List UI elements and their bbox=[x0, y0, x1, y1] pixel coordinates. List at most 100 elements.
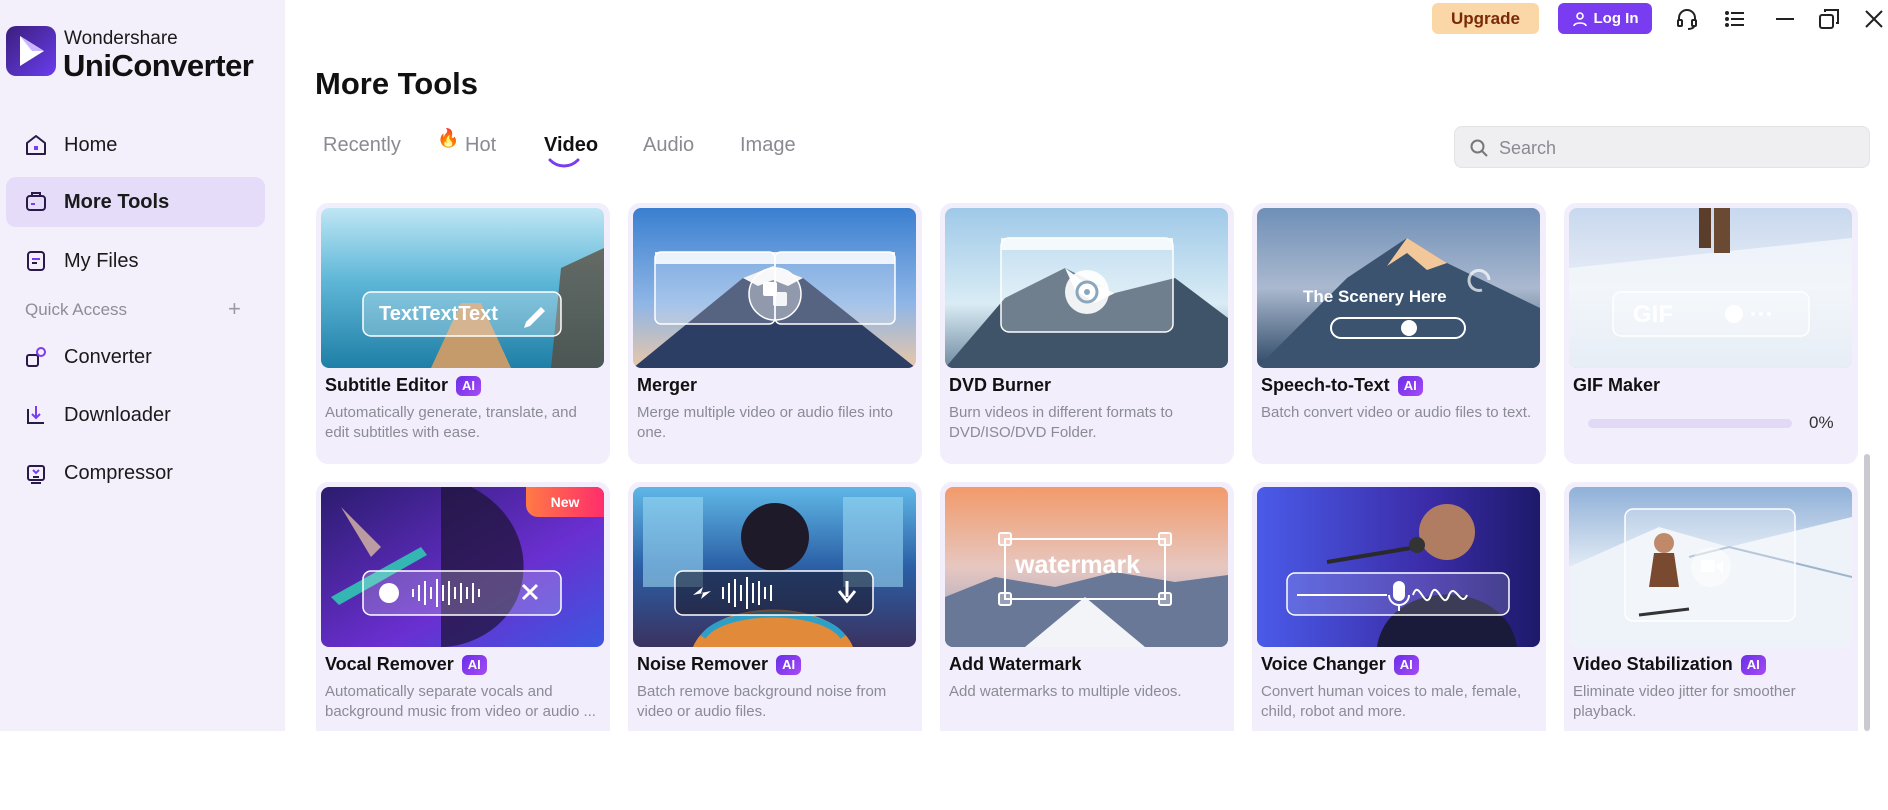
ai-badge: AI bbox=[461, 654, 487, 675]
card-description: Burn videos in different formats to DVD/… bbox=[949, 404, 1174, 441]
card-title-text: Video Stabilization bbox=[1573, 654, 1733, 674]
card-title-text: Voice Changer bbox=[1261, 654, 1386, 674]
app-window: Wondershare UniConverter Home More Tools… bbox=[0, 0, 1888, 731]
card-title: Noise Remover AI bbox=[637, 654, 802, 675]
card-title-text: Subtitle Editor bbox=[325, 375, 448, 395]
gif-maker-thumbnail: GIF bbox=[1569, 208, 1852, 368]
tool-card-gif-maker[interactable]: GIF GIF Maker 0% bbox=[1564, 203, 1858, 464]
subtitle-editor-thumbnail: TextTextText bbox=[321, 208, 604, 368]
sidebar-item-label: More Tools bbox=[64, 190, 170, 213]
thumbnail-text: GIF bbox=[1633, 301, 1673, 328]
video-stabilization-thumbnail bbox=[1569, 487, 1852, 647]
tab-label: Hot bbox=[465, 134, 497, 156]
search-input[interactable] bbox=[1499, 135, 1849, 161]
card-description: Merge multiple video or audio files into… bbox=[637, 404, 893, 441]
progress-bar bbox=[1588, 419, 1792, 428]
voice-changer-thumbnail bbox=[1257, 487, 1540, 647]
active-tab-indicator bbox=[548, 158, 580, 168]
restore-window-icon[interactable] bbox=[1816, 6, 1842, 32]
card-title-text: GIF Maker bbox=[1573, 375, 1661, 395]
card-title: Video Stabilization AI bbox=[1573, 654, 1766, 675]
card-title-text: DVD Burner bbox=[949, 375, 1052, 395]
thumbnail-text: watermark bbox=[1015, 551, 1141, 579]
quick-access-label: Quick Access bbox=[25, 300, 128, 319]
toolbox-icon bbox=[22, 188, 50, 216]
tab-image[interactable]: Image bbox=[740, 134, 796, 157]
add-watermark-thumbnail: watermark bbox=[945, 487, 1228, 647]
ai-badge: AI bbox=[776, 654, 802, 675]
dvd-burner-thumbnail bbox=[945, 208, 1228, 368]
merger-thumbnail bbox=[633, 208, 916, 368]
card-title: Merger bbox=[637, 375, 697, 396]
card-description: Batch remove background noise from video… bbox=[637, 683, 887, 720]
ai-badge: AI bbox=[1397, 375, 1423, 396]
card-description: Batch convert video or audio files to te… bbox=[1261, 404, 1532, 421]
converter-icon bbox=[22, 343, 50, 371]
card-title-text: Speech-to-Text bbox=[1261, 375, 1390, 395]
tool-card-merger[interactable]: Merger Merge multiple video or audio fil… bbox=[628, 203, 922, 464]
card-title: Subtitle Editor AI bbox=[325, 375, 481, 396]
sidebar-item-converter[interactable]: Converter bbox=[6, 332, 265, 382]
minimize-icon[interactable] bbox=[1772, 6, 1798, 32]
compressor-icon bbox=[22, 459, 50, 487]
brand-product: UniConverter bbox=[63, 48, 254, 83]
noise-remover-thumbnail bbox=[633, 487, 916, 647]
search-box bbox=[1454, 126, 1870, 168]
sidebar-item-downloader[interactable]: Downloader bbox=[6, 390, 265, 440]
card-title: Speech-to-Text AI bbox=[1261, 375, 1423, 396]
card-title: Voice Changer AI bbox=[1261, 654, 1419, 675]
home-icon bbox=[22, 131, 50, 159]
headset-icon[interactable] bbox=[1674, 6, 1700, 32]
tab-recently[interactable]: Recently bbox=[323, 134, 401, 157]
card-description: Convert human voices to male, female, ch… bbox=[1261, 683, 1522, 720]
tool-card-subtitle-editor[interactable]: TextTextText Subtitle Editor AI Automati… bbox=[316, 203, 610, 464]
sidebar-item-label: Compressor bbox=[64, 461, 173, 484]
tool-card-speech-to-text[interactable]: The Scenery Here Speech-to-Text AI Batch… bbox=[1252, 203, 1546, 464]
sidebar: Wondershare UniConverter Home More Tools… bbox=[0, 0, 285, 731]
sidebar-item-label: My Files bbox=[64, 249, 139, 272]
card-description: Eliminate video jitter for smoother play… bbox=[1573, 683, 1796, 720]
tool-card-dvd-burner[interactable]: DVD Burner Burn videos in different form… bbox=[940, 203, 1234, 464]
page-title: More Tools bbox=[315, 66, 479, 101]
add-quick-access-button[interactable]: + bbox=[228, 296, 241, 322]
card-title: Vocal Remover AI bbox=[325, 654, 487, 675]
login-label: Log In bbox=[1593, 10, 1639, 27]
speech-to-text-thumbnail: The Scenery Here bbox=[1257, 208, 1540, 368]
sidebar-item-more-tools[interactable]: More Tools bbox=[6, 177, 265, 227]
downloader-icon bbox=[22, 401, 50, 429]
thumbnail-text: The Scenery Here bbox=[1303, 287, 1447, 306]
tool-card-video-stabilization[interactable]: Video Stabilization AI Eliminate video j… bbox=[1564, 482, 1858, 731]
tab-hot[interactable]: 🔥 Hot bbox=[437, 128, 497, 157]
card-title: GIF Maker bbox=[1573, 375, 1660, 396]
login-button[interactable]: Log In bbox=[1558, 3, 1652, 34]
fire-icon: 🔥 bbox=[437, 128, 460, 148]
tool-card-voice-changer[interactable]: Voice Changer AI Convert human voices to… bbox=[1252, 482, 1546, 731]
card-title: DVD Burner bbox=[949, 375, 1051, 396]
close-icon[interactable] bbox=[1861, 6, 1887, 32]
ai-badge: AI bbox=[1740, 654, 1766, 675]
sidebar-item-label: Home bbox=[64, 133, 118, 156]
ai-badge: AI bbox=[1393, 654, 1419, 675]
sidebar-item-compressor[interactable]: Compressor bbox=[6, 448, 265, 498]
tool-card-noise-remover[interactable]: Noise Remover AI Batch remove background… bbox=[628, 482, 922, 731]
card-title: Add Watermark bbox=[949, 654, 1081, 675]
sidebar-item-label: Downloader bbox=[64, 403, 171, 426]
card-title-text: Noise Remover bbox=[637, 654, 769, 674]
vertical-scrollbar[interactable] bbox=[1864, 454, 1870, 731]
tab-video[interactable]: Video bbox=[544, 134, 598, 157]
tool-card-vocal-remover[interactable]: New Vocal Remover AI Automatically separ… bbox=[316, 482, 610, 731]
app-logo-icon bbox=[6, 26, 56, 76]
card-title-text: Merger bbox=[637, 375, 698, 395]
new-badge: New bbox=[526, 487, 604, 517]
sidebar-item-label: Converter bbox=[64, 345, 152, 368]
sidebar-item-my-files[interactable]: My Files bbox=[6, 236, 265, 286]
menu-list-icon[interactable] bbox=[1722, 6, 1748, 32]
file-icon bbox=[22, 247, 50, 275]
tool-card-add-watermark[interactable]: watermark Add Watermark Add watermarks t… bbox=[940, 482, 1234, 731]
card-description: Automatically generate, translate, and e… bbox=[325, 404, 577, 441]
upgrade-button[interactable]: Upgrade bbox=[1432, 3, 1539, 34]
sidebar-item-home[interactable]: Home bbox=[6, 120, 265, 170]
tab-audio[interactable]: Audio bbox=[643, 134, 694, 157]
card-description: Add watermarks to multiple videos. bbox=[949, 683, 1182, 700]
thumbnail-text: TextTextText bbox=[379, 303, 498, 325]
